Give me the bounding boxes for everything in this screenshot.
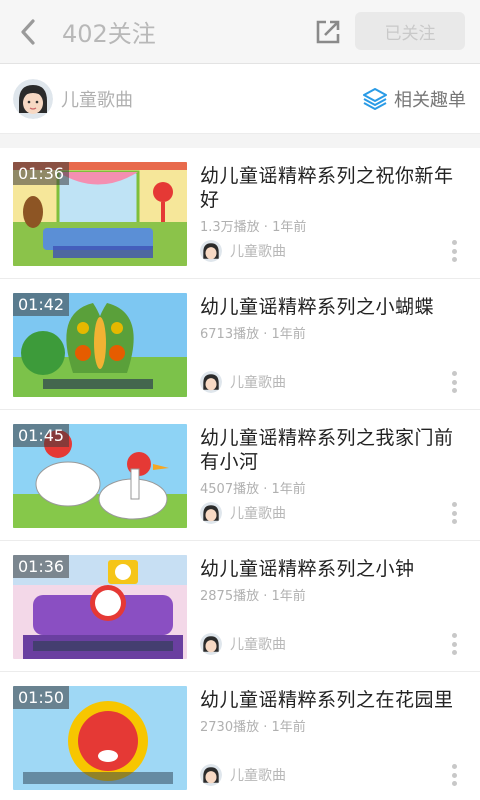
share-icon — [316, 20, 340, 44]
follow-button[interactable]: 已关注 — [355, 12, 465, 50]
video-channel[interactable]: 儿童歌曲 — [200, 764, 286, 786]
video-channel-name: 儿童歌曲 — [230, 506, 286, 522]
page-title: 402关注 — [62, 20, 156, 48]
avatar — [200, 764, 222, 786]
video-meta: 6713播放 · 1年前 — [200, 327, 306, 342]
video-title[interactable]: 幼儿童谣精粹系列之我家门前有小河 — [200, 426, 468, 474]
channel-bar: 儿童歌曲 相关趣单 — [0, 64, 480, 134]
related-list-button[interactable]: 相关趣单 — [362, 86, 466, 112]
video-thumbnail[interactable]: 01:50 — [13, 686, 187, 790]
video-channel-name: 儿童歌曲 — [230, 244, 286, 260]
video-item[interactable]: 01:50 幼儿童谣精粹系列之在花园里 2730播放 · 1年前 儿童歌曲 — [0, 672, 480, 800]
video-item[interactable]: 01:42 幼儿童谣精粹系列之小蝴蝶 6713播放 · 1年前 儿童歌曲 — [0, 279, 480, 410]
related-list-label: 相关趣单 — [394, 89, 466, 111]
video-thumbnail[interactable]: 01:36 — [13, 555, 187, 659]
more-options-icon[interactable] — [452, 371, 458, 393]
video-title[interactable]: 幼儿童谣精粹系列之在花园里 — [200, 688, 468, 712]
video-duration: 01:45 — [13, 424, 70, 447]
video-channel[interactable]: 儿童歌曲 — [200, 502, 286, 524]
video-title[interactable]: 幼儿童谣精粹系列之祝你新年好 — [200, 164, 468, 212]
share-button[interactable] — [312, 16, 344, 48]
video-duration: 01:50 — [13, 686, 70, 709]
video-channel[interactable]: 儿童歌曲 — [200, 240, 286, 262]
video-thumbnail[interactable]: 01:36 — [13, 162, 187, 266]
video-channel[interactable]: 儿童歌曲 — [200, 371, 286, 393]
avatar — [200, 240, 222, 262]
video-item[interactable]: 01:36 幼儿童谣精粹系列之祝你新年好 1.3万播放 · 1年前 儿童歌曲 — [0, 148, 480, 279]
video-channel-name: 儿童歌曲 — [230, 768, 286, 784]
video-channel[interactable]: 儿童歌曲 — [200, 633, 286, 655]
back-arrow-icon — [21, 18, 35, 45]
channel-avatar[interactable] — [13, 78, 53, 119]
more-options-icon[interactable] — [452, 764, 458, 786]
video-duration: 01:36 — [13, 555, 70, 578]
channel-name[interactable]: 儿童歌曲 — [61, 86, 133, 112]
video-title[interactable]: 幼儿童谣精粹系列之小钟 — [200, 557, 468, 581]
video-item[interactable]: 01:36 幼儿童谣精粹系列之小钟 2875播放 · 1年前 儿童歌曲 — [0, 541, 480, 672]
video-channel-name: 儿童歌曲 — [230, 637, 286, 653]
more-options-icon[interactable] — [452, 240, 458, 262]
video-channel-name: 儿童歌曲 — [230, 375, 286, 391]
avatar — [200, 371, 222, 393]
video-meta: 1.3万播放 · 1年前 — [200, 220, 307, 235]
video-meta: 4507播放 · 1年前 — [200, 482, 306, 497]
video-duration: 01:36 — [13, 162, 70, 185]
video-thumbnail[interactable]: 01:45 — [13, 424, 187, 528]
more-options-icon[interactable] — [452, 502, 458, 524]
section-divider — [0, 134, 480, 148]
video-thumbnail[interactable]: 01:42 — [13, 293, 187, 397]
video-item[interactable]: 01:45 幼儿童谣精粹系列之我家门前有小河 4507播放 · 1年前 儿童歌曲 — [0, 410, 480, 541]
video-meta: 2875播放 · 1年前 — [200, 589, 306, 604]
video-list: 01:36 幼儿童谣精粹系列之祝你新年好 1.3万播放 · 1年前 儿童歌曲 0… — [0, 148, 480, 800]
video-meta: 2730播放 · 1年前 — [200, 720, 306, 735]
more-options-icon[interactable] — [452, 633, 458, 655]
avatar — [200, 633, 222, 655]
back-button[interactable] — [0, 0, 56, 64]
top-bar: 402关注 已关注 — [0, 0, 480, 64]
avatar — [200, 502, 222, 524]
layers-icon — [363, 87, 387, 110]
video-title[interactable]: 幼儿童谣精粹系列之小蝴蝶 — [200, 295, 468, 319]
video-duration: 01:42 — [13, 293, 70, 316]
